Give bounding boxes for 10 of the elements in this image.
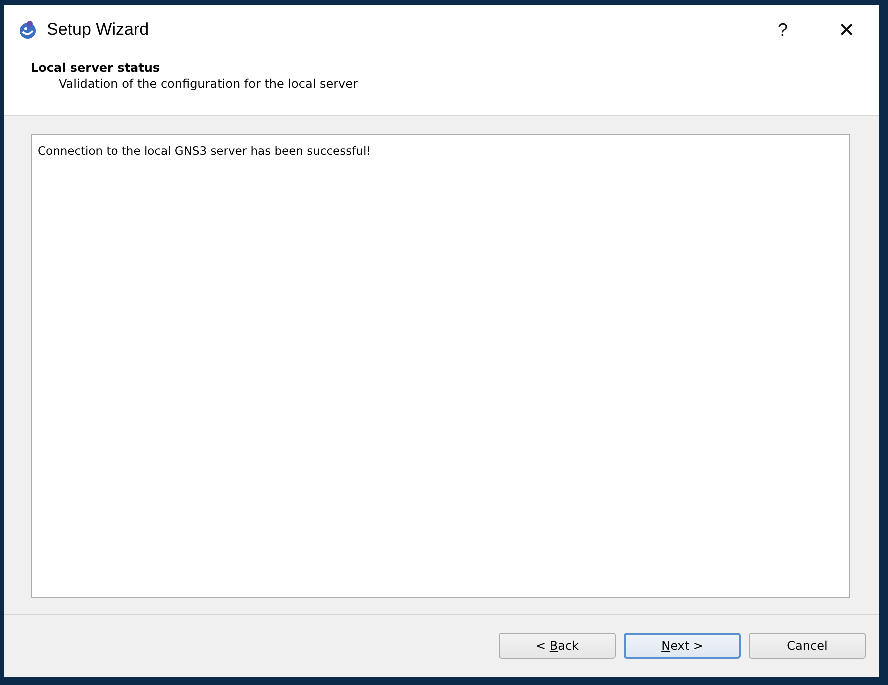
help-button[interactable]: ? <box>751 10 815 50</box>
wizard-button[interactable]: < Back <box>499 633 616 659</box>
window-title: Setup Wizard <box>47 20 150 40</box>
status-message: Connection to the local GNS3 server has been successful! <box>38 144 372 158</box>
page-subtitle: Validation of the configuration for the local server <box>59 77 359 91</box>
app-icon <box>18 20 38 40</box>
page-title: Local server status <box>31 61 162 75</box>
close-button[interactable]: ✕ <box>815 10 879 50</box>
wizard-button[interactable]: Cancel <box>749 633 866 659</box>
wizard-button[interactable]: Next > <box>624 633 741 659</box>
